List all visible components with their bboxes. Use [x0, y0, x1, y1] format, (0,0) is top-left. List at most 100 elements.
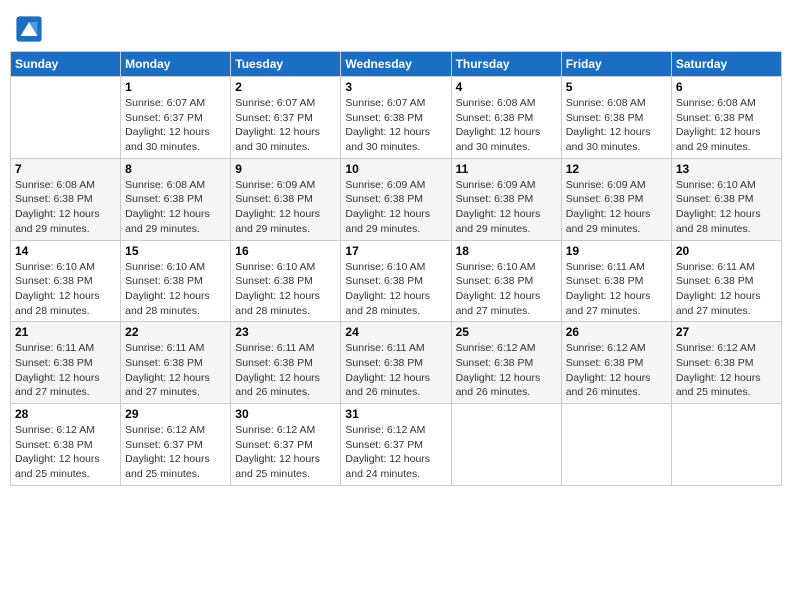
calendar-cell: 23 Sunrise: 6:11 AM Sunset: 6:38 PM Dayli… [231, 322, 341, 404]
day-number: 9 [235, 162, 336, 176]
calendar-week-row: 7 Sunrise: 6:08 AM Sunset: 6:38 PM Daylig… [11, 158, 782, 240]
day-info: Sunrise: 6:12 AM Sunset: 6:38 PM Dayligh… [456, 341, 557, 400]
day-info: Sunrise: 6:10 AM Sunset: 6:38 PM Dayligh… [676, 178, 777, 237]
calendar-cell [11, 77, 121, 159]
calendar-cell: 4Sunrise: 6:08 AM Sunset: 6:38 PM Daylig… [451, 77, 561, 159]
day-info: Sunrise: 6:12 AM Sunset: 6:38 PM Dayligh… [566, 341, 667, 400]
calendar-cell: 25 Sunrise: 6:12 AM Sunset: 6:38 PM Dayli… [451, 322, 561, 404]
day-info: Sunrise: 6:08 AM Sunset: 6:38 PM Dayligh… [676, 96, 777, 155]
calendar-cell: 26 Sunrise: 6:12 AM Sunset: 6:38 PM Dayli… [561, 322, 671, 404]
day-info: Sunrise: 6:09 AM Sunset: 6:38 PM Dayligh… [566, 178, 667, 237]
calendar-cell: 6 Sunrise: 6:08 AM Sunset: 6:38 PM Daylig… [671, 77, 781, 159]
header-sunday: Sunday [11, 52, 121, 77]
calendar-table: SundayMondayTuesdayWednesdayThursdayFrid… [10, 51, 782, 486]
day-info: Sunrise: 6:10 AM Sunset: 6:38 PM Dayligh… [456, 260, 557, 319]
day-number: 27 [676, 325, 777, 339]
day-number: 19 [566, 244, 667, 258]
calendar-cell: 2 Sunrise: 6:07 AM Sunset: 6:37 PM Daylig… [231, 77, 341, 159]
calendar-cell: 24 Sunrise: 6:11 AM Sunset: 6:38 PM Dayli… [341, 322, 451, 404]
day-info: Sunrise: 6:10 AM Sunset: 6:38 PM Dayligh… [345, 260, 446, 319]
day-number: 1 [125, 80, 226, 94]
calendar-cell: 10Sunrise: 6:09 AM Sunset: 6:38 PM Dayli… [341, 158, 451, 240]
header-thursday: Thursday [451, 52, 561, 77]
day-info: Sunrise: 6:11 AM Sunset: 6:38 PM Dayligh… [235, 341, 336, 400]
day-number: 25 [456, 325, 557, 339]
calendar-cell: 5 Sunrise: 6:08 AM Sunset: 6:38 PM Daylig… [561, 77, 671, 159]
day-info: Sunrise: 6:09 AM Sunset: 6:38 PM Dayligh… [235, 178, 336, 237]
day-number: 2 [235, 80, 336, 94]
day-number: 17 [345, 244, 446, 258]
calendar-week-row: 14 Sunrise: 6:10 AM Sunset: 6:38 PM Dayli… [11, 240, 782, 322]
header-saturday: Saturday [671, 52, 781, 77]
calendar-cell: 3Sunrise: 6:07 AM Sunset: 6:38 PM Daylig… [341, 77, 451, 159]
calendar-cell: 19 Sunrise: 6:11 AM Sunset: 6:38 PM Dayli… [561, 240, 671, 322]
day-info: Sunrise: 6:07 AM Sunset: 6:37 PM Dayligh… [125, 96, 226, 155]
day-info: Sunrise: 6:12 AM Sunset: 6:37 PM Dayligh… [235, 423, 336, 482]
calendar-cell: 16 Sunrise: 6:10 AM Sunset: 6:38 PM Dayli… [231, 240, 341, 322]
day-info: Sunrise: 6:07 AM Sunset: 6:38 PM Dayligh… [345, 96, 446, 155]
day-number: 7 [15, 162, 116, 176]
calendar-cell: 21Sunrise: 6:11 AM Sunset: 6:38 PM Dayli… [11, 322, 121, 404]
day-number: 12 [566, 162, 667, 176]
calendar-week-row: 28 Sunrise: 6:12 AM Sunset: 6:38 PM Dayli… [11, 404, 782, 486]
day-info: Sunrise: 6:11 AM Sunset: 6:38 PM Dayligh… [345, 341, 446, 400]
day-info: Sunrise: 6:09 AM Sunset: 6:38 PM Dayligh… [456, 178, 557, 237]
day-number: 16 [235, 244, 336, 258]
day-info: Sunrise: 6:11 AM Sunset: 6:38 PM Dayligh… [676, 260, 777, 319]
calendar-cell: 14 Sunrise: 6:10 AM Sunset: 6:38 PM Dayli… [11, 240, 121, 322]
day-info: Sunrise: 6:11 AM Sunset: 6:38 PM Dayligh… [566, 260, 667, 319]
calendar-cell: 29 Sunrise: 6:12 AM Sunset: 6:37 PM Dayli… [121, 404, 231, 486]
calendar-cell: 8 Sunrise: 6:08 AM Sunset: 6:38 PM Daylig… [121, 158, 231, 240]
calendar-cell: 1 Sunrise: 6:07 AM Sunset: 6:37 PM Daylig… [121, 77, 231, 159]
calendar-cell: 15Sunrise: 6:10 AM Sunset: 6:38 PM Dayli… [121, 240, 231, 322]
calendar-cell: 17 Sunrise: 6:10 AM Sunset: 6:38 PM Dayli… [341, 240, 451, 322]
day-number: 26 [566, 325, 667, 339]
day-number: 23 [235, 325, 336, 339]
calendar-cell [561, 404, 671, 486]
day-number: 24 [345, 325, 446, 339]
day-number: 28 [15, 407, 116, 421]
calendar-cell: 7 Sunrise: 6:08 AM Sunset: 6:38 PM Daylig… [11, 158, 121, 240]
calendar-cell: 22Sunrise: 6:11 AM Sunset: 6:38 PM Dayli… [121, 322, 231, 404]
day-info: Sunrise: 6:12 AM Sunset: 6:37 PM Dayligh… [125, 423, 226, 482]
calendar-cell: 11 Sunrise: 6:09 AM Sunset: 6:38 PM Dayli… [451, 158, 561, 240]
day-info: Sunrise: 6:08 AM Sunset: 6:38 PM Dayligh… [456, 96, 557, 155]
day-info: Sunrise: 6:07 AM Sunset: 6:37 PM Dayligh… [235, 96, 336, 155]
calendar-cell: 18 Sunrise: 6:10 AM Sunset: 6:38 PM Dayli… [451, 240, 561, 322]
day-number: 21 [15, 325, 116, 339]
day-number: 18 [456, 244, 557, 258]
calendar-cell: 12 Sunrise: 6:09 AM Sunset: 6:38 PM Dayli… [561, 158, 671, 240]
header-wednesday: Wednesday [341, 52, 451, 77]
day-number: 14 [15, 244, 116, 258]
day-info: Sunrise: 6:08 AM Sunset: 6:38 PM Dayligh… [566, 96, 667, 155]
day-number: 8 [125, 162, 226, 176]
calendar-cell: 20 Sunrise: 6:11 AM Sunset: 6:38 PM Dayli… [671, 240, 781, 322]
day-info: Sunrise: 6:09 AM Sunset: 6:38 PM Dayligh… [345, 178, 446, 237]
day-number: 30 [235, 407, 336, 421]
day-number: 11 [456, 162, 557, 176]
day-info: Sunrise: 6:12 AM Sunset: 6:38 PM Dayligh… [15, 423, 116, 482]
header-friday: Friday [561, 52, 671, 77]
day-info: Sunrise: 6:08 AM Sunset: 6:38 PM Dayligh… [125, 178, 226, 237]
calendar-cell: 31Sunrise: 6:12 AM Sunset: 6:37 PM Dayli… [341, 404, 451, 486]
day-number: 20 [676, 244, 777, 258]
day-number: 6 [676, 80, 777, 94]
logo [15, 15, 47, 43]
calendar-cell [451, 404, 561, 486]
day-info: Sunrise: 6:12 AM Sunset: 6:37 PM Dayligh… [345, 423, 446, 482]
calendar-week-row: 1 Sunrise: 6:07 AM Sunset: 6:37 PM Daylig… [11, 77, 782, 159]
day-number: 5 [566, 80, 667, 94]
calendar-cell: 9 Sunrise: 6:09 AM Sunset: 6:38 PM Daylig… [231, 158, 341, 240]
calendar-cell [671, 404, 781, 486]
day-info: Sunrise: 6:10 AM Sunset: 6:38 PM Dayligh… [15, 260, 116, 319]
day-info: Sunrise: 6:08 AM Sunset: 6:38 PM Dayligh… [15, 178, 116, 237]
header-monday: Monday [121, 52, 231, 77]
day-info: Sunrise: 6:10 AM Sunset: 6:38 PM Dayligh… [235, 260, 336, 319]
day-number: 29 [125, 407, 226, 421]
calendar-cell: 27 Sunrise: 6:12 AM Sunset: 6:38 PM Dayli… [671, 322, 781, 404]
header-tuesday: Tuesday [231, 52, 341, 77]
logo-icon [15, 15, 43, 43]
day-number: 22 [125, 325, 226, 339]
day-info: Sunrise: 6:12 AM Sunset: 6:38 PM Dayligh… [676, 341, 777, 400]
day-number: 13 [676, 162, 777, 176]
